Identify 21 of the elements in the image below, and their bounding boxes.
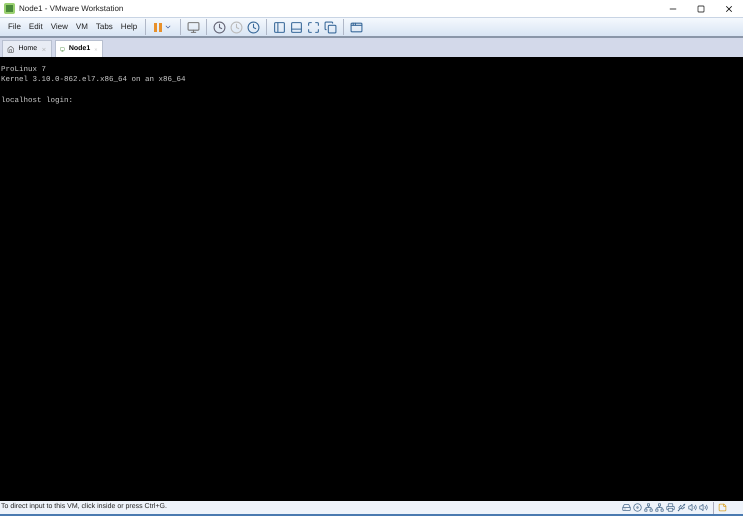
device-icon[interactable] xyxy=(621,503,632,512)
menu-item[interactable]: Help xyxy=(116,21,142,33)
device-icon[interactable] xyxy=(654,503,665,512)
device-icon[interactable] xyxy=(665,503,676,512)
close-icon[interactable] xyxy=(724,4,734,14)
menu-item[interactable]: Tabs xyxy=(92,21,117,33)
device-icon[interactable] xyxy=(687,503,698,512)
menu-item[interactable]: VM xyxy=(72,21,92,33)
menu-item[interactable]: Edit xyxy=(24,21,47,33)
device-icon[interactable] xyxy=(676,503,687,512)
caret-icon xyxy=(164,23,172,31)
monitor-icon xyxy=(60,44,65,54)
maximize-icon[interactable] xyxy=(697,4,705,12)
device-icon[interactable] xyxy=(632,503,643,512)
app-logo-icon xyxy=(4,3,15,14)
menu-item[interactable]: File xyxy=(4,21,25,33)
device-icon[interactable] xyxy=(643,503,654,512)
menu-item[interactable]: View xyxy=(46,21,72,33)
home-icon xyxy=(7,44,14,54)
window-title: Node1 - VMware Workstation xyxy=(19,2,124,14)
device-icon[interactable] xyxy=(698,503,709,512)
